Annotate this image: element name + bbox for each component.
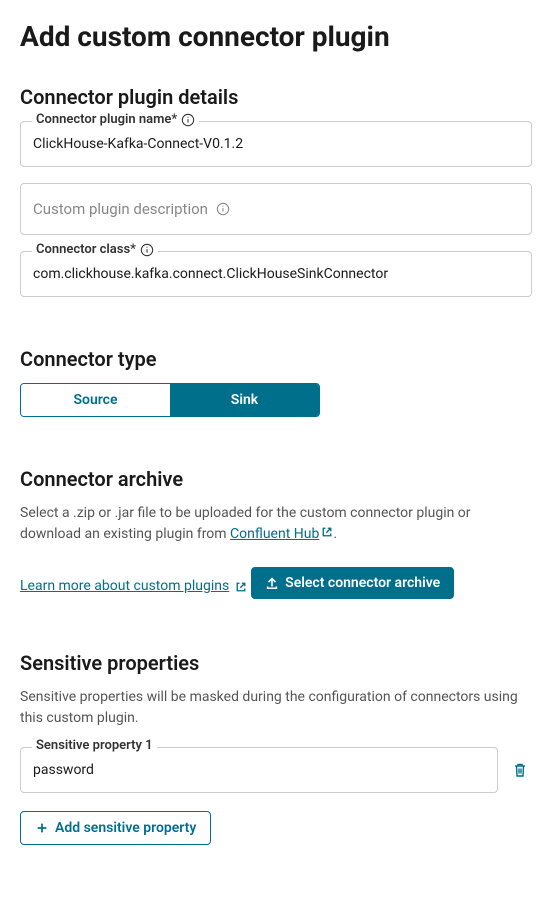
plus-icon <box>35 821 49 835</box>
sink-toggle[interactable]: Sink <box>170 384 319 416</box>
info-icon[interactable] <box>216 202 230 216</box>
connector-class-input[interactable] <box>20 251 532 297</box>
page-title: Add custom connector plugin <box>20 20 532 53</box>
source-toggle[interactable]: Source <box>21 384 170 416</box>
connector-class-field: Connector class* <box>20 251 532 297</box>
sensitive-description: Sensitive properties will be masked duri… <box>20 687 532 729</box>
connector-class-label: Connector class* <box>32 242 158 257</box>
plugin-name-input[interactable] <box>20 121 532 167</box>
type-heading: Connector type <box>20 347 532 371</box>
external-link-icon <box>235 581 247 593</box>
learn-more-link[interactable]: Learn more about custom plugins <box>20 576 229 597</box>
info-icon[interactable] <box>140 243 154 257</box>
plugin-desc-input[interactable]: Custom plugin description <box>20 183 532 235</box>
select-archive-button[interactable]: Select connector archive <box>251 567 454 599</box>
sensitive-property-label: Sensitive property 1 <box>32 738 157 753</box>
sensitive-property-field: Sensitive property 1 <box>20 747 498 793</box>
plugin-desc-field: Custom plugin description <box>20 183 532 235</box>
sensitive-property-input[interactable] <box>20 747 498 793</box>
add-sensitive-property-button[interactable]: Add sensitive property <box>20 811 211 845</box>
confluent-hub-link[interactable]: Confluent Hub <box>230 526 333 542</box>
plugin-name-label: Connector plugin name* <box>32 112 199 127</box>
sensitive-heading: Sensitive properties <box>20 651 532 675</box>
archive-heading: Connector archive <box>20 467 532 491</box>
archive-description: Select a .zip or .jar file to be uploade… <box>20 503 532 545</box>
delete-property-button[interactable] <box>508 758 532 782</box>
sensitive-property-row: Sensitive property 1 <box>20 747 532 793</box>
upload-icon <box>265 576 279 590</box>
connector-archive-section: Connector archive Select a .zip or .jar … <box>20 467 532 601</box>
plugin-name-field: Connector plugin name* <box>20 121 532 167</box>
type-toggle-group: Source Sink <box>20 383 320 417</box>
details-heading: Connector plugin details <box>20 85 532 109</box>
connector-type-section: Connector type Source Sink <box>20 347 532 417</box>
plugin-details-section: Connector plugin details Connector plugi… <box>20 85 532 297</box>
sensitive-properties-section: Sensitive properties Sensitive propertie… <box>20 651 532 845</box>
trash-icon <box>512 762 528 778</box>
external-link-icon <box>321 526 333 538</box>
info-icon[interactable] <box>181 113 195 127</box>
